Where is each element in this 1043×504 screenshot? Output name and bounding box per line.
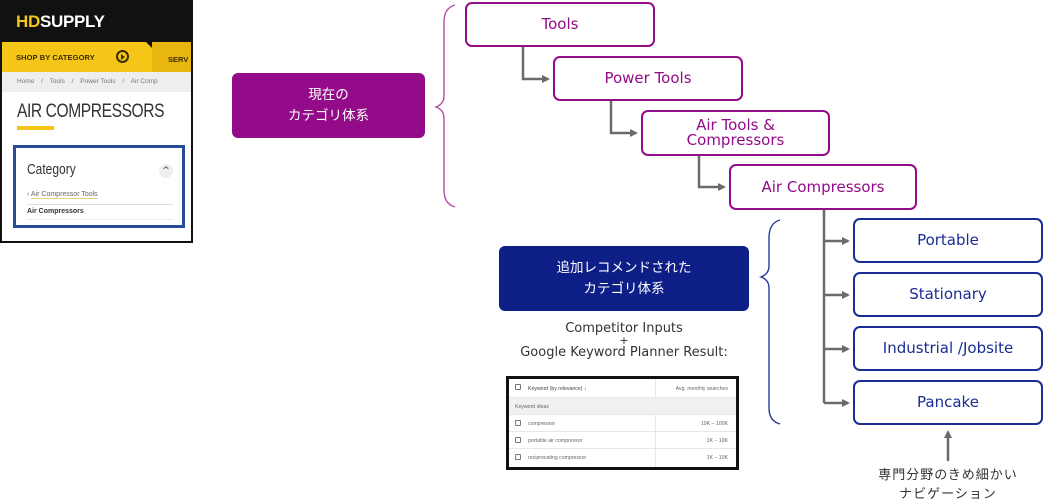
shop-by-category-button[interactable]: SHOP BY CATEGORY — [16, 53, 95, 62]
keyword-cell: compressor — [528, 421, 556, 427]
node-portable: Portable — [853, 218, 1043, 263]
hd-supply-screenshot: HDSUPPLY SHOP BY CATEGORY SERV Home / To… — [0, 0, 193, 243]
recommended-taxonomy-brace — [759, 219, 781, 425]
breadcrumb-air-compressors[interactable]: Air Comp — [131, 78, 158, 85]
header-searches[interactable]: Avg. monthly searches — [676, 386, 728, 392]
node-industrial-jobsite: Industrial /Jobsite — [853, 326, 1043, 371]
table-group-row: Keyword ideas — [509, 398, 736, 415]
chevron-left-icon: ‹ — [27, 191, 30, 198]
divider — [27, 204, 173, 205]
category-widget-title: Category — [27, 161, 76, 178]
current-taxonomy-label: 現在の カテゴリ体系 — [232, 73, 425, 138]
keyword-planner-table: Keyword (by relevance) ↓ Avg. monthly se… — [506, 376, 739, 470]
node-air-tools-compressors: Air Tools & Compressors — [641, 110, 830, 156]
row-checkbox[interactable] — [515, 454, 521, 460]
node-stationary: Stationary — [853, 272, 1043, 317]
services-nav-button[interactable]: SERV — [168, 55, 188, 64]
node-pancake: Pancake — [853, 380, 1043, 425]
current-taxonomy-brace — [434, 4, 456, 208]
breadcrumb: Home / Tools / Power Tools / Air Comp — [2, 72, 191, 92]
source-caption: Competitor Inputs + Google Keyword Plann… — [520, 321, 728, 360]
chevron-up-icon[interactable]: ^ — [159, 164, 173, 178]
select-all-checkbox[interactable] — [515, 384, 521, 390]
searches-cell: 1K – 10K — [706, 455, 728, 461]
connector-tools-power — [521, 47, 550, 83]
node-tools: Tools — [465, 2, 655, 47]
table-row: portable air compressor 1K – 10K — [509, 432, 736, 449]
breadcrumb-separator: / — [71, 78, 74, 85]
breadcrumb-separator: / — [41, 78, 43, 85]
keyword-cell: reciprocating compressor — [528, 455, 587, 461]
keyword-cell: portable air compressor — [528, 438, 583, 444]
table-header: Keyword (by relevance) ↓ Avg. monthly se… — [509, 379, 736, 398]
sort-down-icon: ↓ — [583, 386, 587, 392]
searches-cell: 1K – 10K — [706, 438, 728, 444]
shop-category-toggle-icon[interactable] — [116, 50, 129, 63]
node-air-compressors: Air Compressors — [729, 164, 917, 210]
node-power-tools: Power Tools — [553, 56, 743, 101]
page-title: AIR COMPRESSORS — [17, 101, 165, 122]
hd-supply-logo[interactable]: HDSUPPLY — [16, 12, 105, 32]
title-underline — [17, 126, 54, 130]
row-checkbox[interactable] — [515, 437, 521, 443]
breadcrumb-separator: / — [122, 78, 125, 85]
table-row: reciprocating compressor 1K – 10K — [509, 449, 736, 466]
hd-nav-bar: SHOP BY CATEGORY SERV — [2, 42, 191, 72]
group-label: Keyword ideas — [515, 404, 550, 410]
category-current: Air Compressors — [27, 208, 84, 215]
category-widget: Category ^ ‹ Air Compressor Tools Air Co… — [13, 145, 185, 228]
connector-airtools-aircomp — [697, 156, 726, 191]
recommended-taxonomy-label: 追加レコメンドされた カテゴリ体系 — [499, 246, 749, 311]
table-row: compressor 10K – 100K — [509, 415, 736, 432]
row-checkbox[interactable] — [515, 420, 521, 426]
connector-power-airtools — [609, 101, 638, 137]
divider — [27, 219, 173, 220]
breadcrumb-home[interactable]: Home — [17, 78, 34, 85]
breadcrumb-tools[interactable]: Tools — [50, 78, 65, 85]
category-back-label: Air Compressor Tools — [30, 191, 98, 199]
header-keyword[interactable]: Keyword (by relevance) ↓ — [528, 386, 587, 392]
granular-navigation-note: 専門分野のきめ細かい ナビゲーション — [878, 468, 1018, 502]
breadcrumb-power-tools[interactable]: Power Tools — [80, 78, 115, 85]
searches-cell: 10K – 100K — [700, 421, 728, 427]
hd-header: HDSUPPLY — [2, 2, 191, 42]
category-back-link[interactable]: ‹ Air Compressor Tools — [27, 191, 98, 199]
